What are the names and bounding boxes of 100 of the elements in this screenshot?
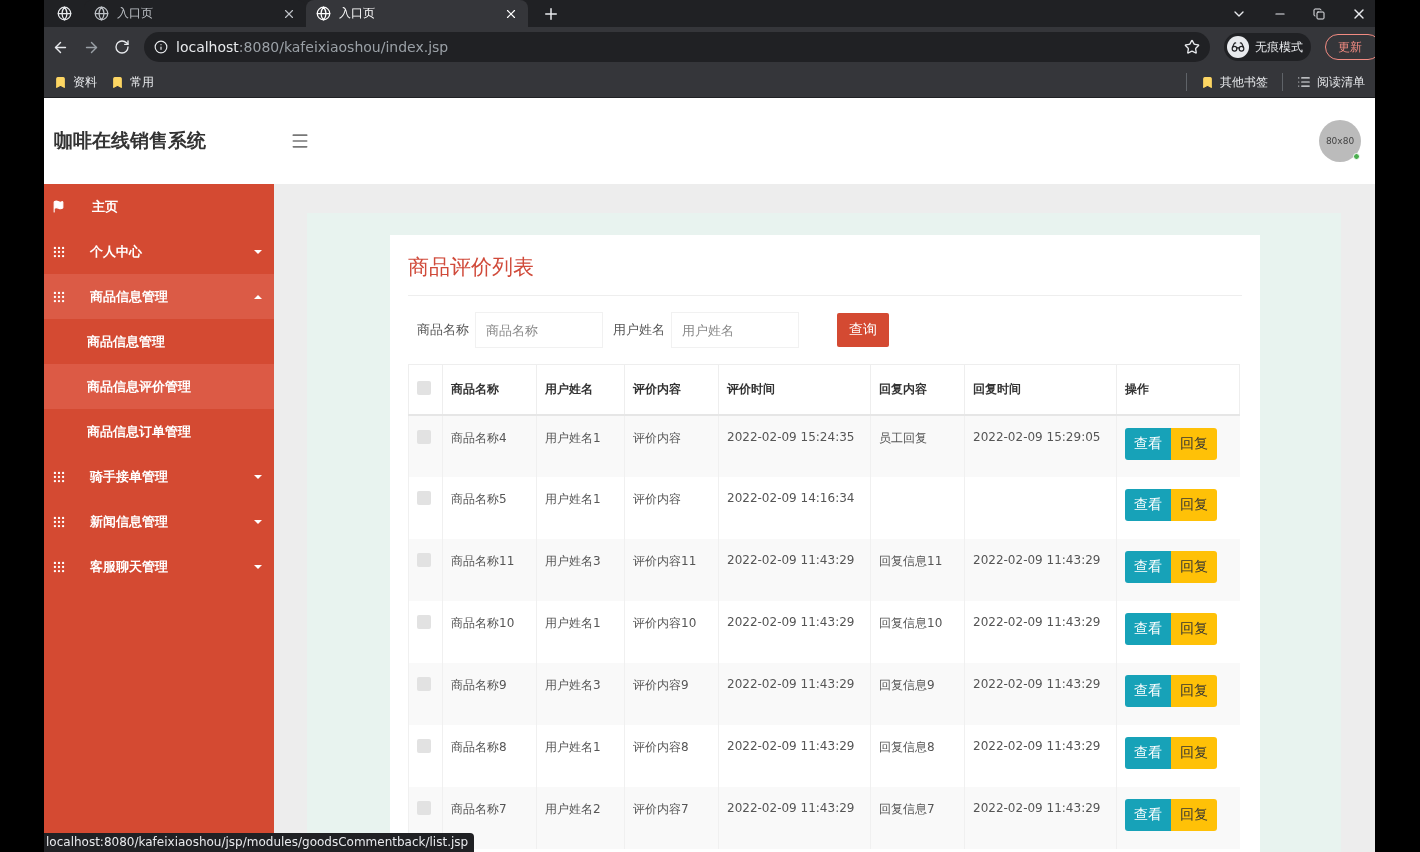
table-cell: 评价内容10 <box>633 615 697 630</box>
tab-title: 入口页 <box>339 5 376 22</box>
folder-icon <box>1201 75 1214 89</box>
sidebar-item[interactable]: 新闻信息管理 <box>44 499 274 544</box>
folder-icon <box>111 75 124 89</box>
reply-button[interactable]: 回复 <box>1171 488 1217 521</box>
tab-title: 入口页 <box>117 5 154 22</box>
search-field[interactable]: 商品名称 <box>475 312 603 348</box>
table-cell: 2022-02-09 15:29:05 <box>973 429 1101 444</box>
table-cell: 商品名称9 <box>451 677 507 692</box>
reading-list-button[interactable]: 阅读清单 <box>1297 73 1365 91</box>
caret-icon <box>254 519 262 524</box>
sidebar-item[interactable]: 主页 <box>44 184 274 229</box>
menu-icon[interactable] <box>290 131 310 151</box>
reply-button[interactable]: 回复 <box>1171 798 1217 831</box>
bookmark-folder[interactable]: 常用 <box>111 73 154 91</box>
checkbox[interactable] <box>417 490 431 505</box>
field-label: 用户姓名 <box>613 321 665 339</box>
table-cell: 2022-02-09 11:43:29 <box>973 614 1101 629</box>
table-cell: 2022-02-09 15:24:35 <box>727 429 855 444</box>
table-cell: 2022-02-09 11:43:29 <box>973 800 1101 815</box>
search-field[interactable]: 用户姓名 <box>671 312 799 348</box>
reply-button[interactable]: 回复 <box>1171 612 1217 645</box>
table-cell: 商品名称5 <box>451 491 507 506</box>
table-cell: 回复信息11 <box>879 553 943 568</box>
app-title: 咖啡在线销售系统 <box>54 128 207 153</box>
globe-icon <box>316 6 331 21</box>
sidebar-item[interactable]: 客服聊天管理 <box>44 544 274 589</box>
view-button[interactable]: 查看 <box>1125 427 1171 460</box>
view-button[interactable]: 查看 <box>1125 736 1171 769</box>
table-cell: 员工回复 <box>879 430 927 445</box>
checkbox[interactable] <box>417 380 431 395</box>
table-cell: 回复信息9 <box>879 677 935 692</box>
field-label: 商品名称 <box>417 321 469 339</box>
table-cell: 评价内容11 <box>633 553 697 568</box>
caret-icon <box>254 564 262 569</box>
status-url: localhost:8080/kafeixiaoshou/jsp/modules/goodsCommentback/list.jsp <box>44 833 475 852</box>
table-cell: 用户姓名3 <box>545 677 601 692</box>
checkbox[interactable] <box>417 738 431 753</box>
view-button[interactable]: 查看 <box>1125 488 1171 521</box>
sidebar-subitem[interactable]: 商品信息订单管理 <box>44 409 274 454</box>
url-text: localhost:8080/kafeixiaoshou/index.jsp <box>176 39 450 55</box>
view-button[interactable]: 查看 <box>1125 612 1171 645</box>
table-cell: 用户姓名1 <box>545 430 601 445</box>
panel-title: 商品评价列表 <box>408 253 1242 296</box>
info-icon <box>154 40 168 54</box>
table-cell: 用户姓名1 <box>545 491 601 506</box>
grid-icon <box>52 289 66 304</box>
column-header: 评价时间 <box>718 364 871 415</box>
grid-icon <box>52 559 66 574</box>
view-button[interactable]: 查看 <box>1125 674 1171 707</box>
address-bar[interactable]: localhost:8080/kafeixiaoshou/index.jsp <box>144 32 1210 62</box>
sidebar-item[interactable]: 骑手接单管理 <box>44 454 274 499</box>
sidebar-item[interactable]: 个人中心 <box>44 229 274 274</box>
view-button[interactable]: 查看 <box>1125 798 1171 831</box>
bookmark-folder[interactable]: 其他书签 <box>1201 73 1268 91</box>
sidebar-subitem[interactable]: 商品信息评价管理 <box>44 364 274 409</box>
table-cell: 商品名称10 <box>451 615 515 630</box>
view-button[interactable]: 查看 <box>1125 550 1171 583</box>
table-cell: 2022-02-09 11:43:29 <box>727 676 855 691</box>
table-cell: 商品名称8 <box>451 739 507 754</box>
checkbox[interactable] <box>417 614 431 629</box>
incognito-badge[interactable]: 无痕模式 <box>1224 33 1311 61</box>
star-icon[interactable] <box>1184 39 1200 55</box>
table-cell: 评价内容 <box>633 430 681 445</box>
flag-icon <box>52 200 65 213</box>
table-cell: 2022-02-09 11:43:29 <box>973 676 1101 691</box>
avatar[interactable]: 80x80 <box>1319 120 1361 162</box>
column-header: 评价内容 <box>624 364 719 415</box>
table-cell: 用户姓名2 <box>545 801 601 816</box>
table-cell: 评价内容 <box>633 491 681 506</box>
globe-icon[interactable] <box>56 6 72 21</box>
folder-icon <box>54 75 67 89</box>
bookmark-folder[interactable]: 资料 <box>54 73 97 91</box>
table-cell: 2022-02-09 11:43:29 <box>727 800 855 815</box>
reload-icon[interactable] <box>114 39 130 55</box>
column-header: 用户姓名 <box>536 364 625 415</box>
caret-icon <box>254 474 262 479</box>
column-header: 回复时间 <box>964 364 1117 415</box>
reply-button[interactable]: 回复 <box>1171 736 1217 769</box>
table-cell: 商品名称7 <box>451 801 507 816</box>
restore-icon[interactable] <box>1313 7 1325 20</box>
search-button[interactable]: 查询 <box>837 313 889 347</box>
table-cell: 评价内容9 <box>633 677 689 692</box>
browser-tab[interactable]: 入口页 <box>306 0 528 27</box>
column-header: 操作 <box>1116 364 1240 415</box>
reply-button[interactable]: 回复 <box>1171 427 1217 460</box>
table-cell: 用户姓名1 <box>545 739 601 754</box>
table-cell: 评价内容7 <box>633 801 689 816</box>
reply-button[interactable]: 回复 <box>1171 550 1217 583</box>
table-cell: 用户姓名1 <box>545 615 601 630</box>
reply-button[interactable]: 回复 <box>1171 674 1217 707</box>
sidebar-item[interactable]: 商品信息管理 <box>44 274 274 319</box>
globe-icon <box>94 6 109 21</box>
grid-icon <box>52 469 66 484</box>
table-cell: 回复信息7 <box>879 801 935 816</box>
sidebar-subitem[interactable]: 商品信息管理 <box>44 319 274 364</box>
table-cell: 2022-02-09 14:16:34 <box>727 490 855 505</box>
column-header: 商品名称 <box>442 364 537 415</box>
grid-icon <box>52 244 66 259</box>
